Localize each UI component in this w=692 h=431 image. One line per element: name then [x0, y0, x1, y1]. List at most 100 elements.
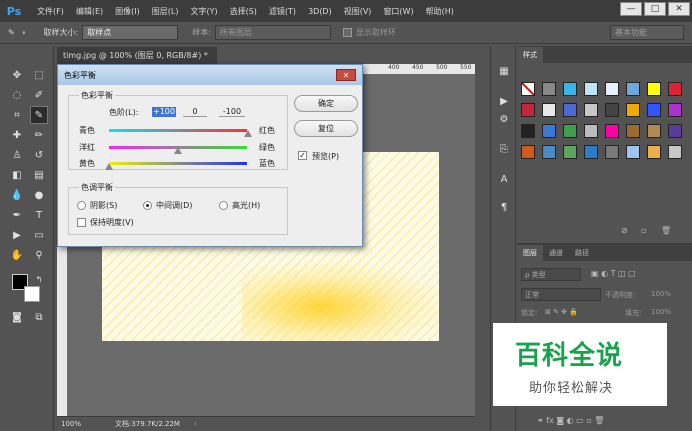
- style-swatch[interactable]: [542, 145, 556, 159]
- tab-styles[interactable]: 样式: [517, 47, 543, 63]
- style-swatch[interactable]: [647, 124, 661, 138]
- blend-mode-select[interactable]: 正常: [521, 288, 601, 301]
- eyedropper-tool-icon[interactable]: ✎: [30, 106, 48, 124]
- style-swatch[interactable]: [521, 103, 535, 117]
- preview-checkbox[interactable]: ✓: [298, 151, 307, 160]
- style-swatch[interactable]: [626, 82, 640, 96]
- style-swatch[interactable]: [563, 124, 577, 138]
- style-swatch[interactable]: [584, 82, 598, 96]
- layer-footer-icons[interactable]: ⚭ fx ◙ ◐ ▭ ▫ 🗑: [537, 416, 604, 425]
- clone-source-icon[interactable]: ⎘: [495, 140, 513, 158]
- properties-panel-icon[interactable]: ⚙: [495, 110, 513, 128]
- style-swatch[interactable]: [647, 82, 661, 96]
- style-swatch[interactable]: [605, 103, 619, 117]
- new-style-icon[interactable]: ▫: [641, 226, 646, 235]
- menu-image[interactable]: 图像(I): [115, 6, 140, 17]
- style-swatch[interactable]: [626, 124, 640, 138]
- screen-mode-icon[interactable]: ⧉: [30, 308, 48, 326]
- tab-paths[interactable]: 路径: [569, 245, 595, 261]
- quick-select-tool-icon[interactable]: ✐: [30, 86, 48, 104]
- yellow-blue-slider[interactable]: [109, 162, 247, 165]
- doc-info[interactable]: 文档:379.7K/2.22M: [115, 419, 180, 429]
- cyan-red-slider[interactable]: [109, 129, 247, 132]
- menu-help[interactable]: 帮助(H): [426, 6, 454, 17]
- levels-input-cyan-red[interactable]: +100: [152, 107, 176, 117]
- marquee-tool-icon[interactable]: ⬚: [30, 66, 48, 84]
- paragraph-panel-icon[interactable]: ¶: [495, 198, 513, 216]
- history-brush-tool-icon[interactable]: ↺: [30, 146, 48, 164]
- actions-panel-icon[interactable]: ▶: [495, 92, 513, 110]
- menu-layer[interactable]: 图层(L): [152, 6, 179, 17]
- style-swatch[interactable]: [626, 145, 640, 159]
- workspace-select[interactable]: 基本功能: [610, 25, 684, 40]
- style-swatch[interactable]: [668, 82, 682, 96]
- style-swatch[interactable]: [605, 82, 619, 96]
- radio-midtones[interactable]: [143, 201, 152, 210]
- style-swatch[interactable]: [542, 103, 556, 117]
- show-ring-checkbox[interactable]: [342, 28, 352, 37]
- pen-tool-icon[interactable]: ✒: [8, 206, 26, 224]
- background-color-swatch[interactable]: [24, 286, 40, 302]
- fill-value[interactable]: 100%: [651, 308, 671, 316]
- tab-layers[interactable]: 图层: [517, 245, 543, 261]
- sample-size-select[interactable]: 取样点: [82, 25, 179, 40]
- style-swatch[interactable]: [542, 82, 556, 96]
- levels-input-yellow-blue[interactable]: -100: [219, 107, 245, 117]
- style-swatch[interactable]: [521, 124, 535, 138]
- magenta-green-slider-thumb[interactable]: [174, 147, 182, 154]
- style-swatch[interactable]: [542, 124, 556, 138]
- reset-button[interactable]: 复位: [294, 120, 358, 137]
- crop-tool-icon[interactable]: ⌗: [8, 106, 26, 124]
- preset-dropdown-icon[interactable]: ▾: [22, 29, 26, 37]
- style-swatch[interactable]: [563, 145, 577, 159]
- brush-tool-icon[interactable]: ✏: [30, 126, 48, 144]
- move-tool-icon[interactable]: ✥: [8, 66, 26, 84]
- style-swatch[interactable]: [668, 145, 682, 159]
- yellow-blue-slider-thumb[interactable]: [105, 163, 113, 170]
- zoom-level[interactable]: 100%: [61, 420, 89, 428]
- radio-highlights[interactable]: [219, 201, 228, 210]
- healing-tool-icon[interactable]: ✚: [8, 126, 26, 144]
- character-panel-icon[interactable]: A: [495, 170, 513, 188]
- levels-input-magenta-green[interactable]: 0: [183, 107, 207, 117]
- path-select-tool-icon[interactable]: ▶: [8, 226, 26, 244]
- menu-filter[interactable]: 滤镜(T): [269, 6, 296, 17]
- status-arrow-icon[interactable]: ›: [194, 420, 197, 428]
- gradient-tool-icon[interactable]: ▤: [30, 166, 48, 184]
- menu-file[interactable]: 文件(F): [37, 6, 64, 17]
- style-swatch[interactable]: [647, 145, 661, 159]
- eraser-tool-icon[interactable]: ◧: [8, 166, 26, 184]
- menu-view[interactable]: 视图(V): [344, 6, 372, 17]
- document-tab[interactable]: timg.jpg @ 100% (图层 0, RGB/8#) *: [57, 47, 217, 64]
- filter-pixel-icon[interactable]: ▣ ◐ T ◫ ▢: [591, 269, 636, 278]
- style-swatch[interactable]: [647, 103, 661, 117]
- style-swatch[interactable]: [521, 82, 535, 96]
- radio-shadows[interactable]: [77, 201, 86, 210]
- style-swatch[interactable]: [584, 124, 598, 138]
- cyan-red-slider-thumb[interactable]: [244, 130, 252, 137]
- lock-icons[interactable]: ⊠ ✎ ✥ 🔒: [545, 308, 578, 316]
- trash-icon[interactable]: 🗑: [661, 226, 671, 235]
- preserve-luminosity-checkbox[interactable]: [77, 218, 86, 227]
- zoom-tool-icon[interactable]: ⚲: [30, 246, 48, 264]
- minimize-button[interactable]: —: [620, 2, 642, 16]
- delete-style-icon[interactable]: ⊘: [621, 226, 628, 235]
- menu-type[interactable]: 文字(Y): [190, 6, 217, 17]
- dialog-close-button[interactable]: ✕: [336, 69, 356, 81]
- history-panel-icon[interactable]: ▦: [495, 62, 513, 80]
- type-tool-icon[interactable]: T: [30, 206, 48, 224]
- sample-select[interactable]: 所有图层: [214, 25, 331, 40]
- hand-tool-icon[interactable]: ✋: [8, 246, 26, 264]
- style-swatch[interactable]: [521, 145, 535, 159]
- menu-select[interactable]: 选择(S): [230, 6, 257, 17]
- dodge-tool-icon[interactable]: ●: [30, 186, 48, 204]
- menu-window[interactable]: 窗口(W): [383, 6, 413, 17]
- menu-3d[interactable]: 3D(D): [308, 7, 332, 16]
- style-swatch[interactable]: [605, 124, 619, 138]
- swap-colors-icon[interactable]: ↰: [30, 270, 48, 288]
- layer-filter-select[interactable]: ρ 类型: [521, 268, 581, 281]
- maximize-button[interactable]: □: [644, 2, 666, 16]
- style-swatch[interactable]: [563, 82, 577, 96]
- ok-button[interactable]: 确定: [294, 95, 358, 112]
- menu-edit[interactable]: 编辑(E): [76, 6, 103, 17]
